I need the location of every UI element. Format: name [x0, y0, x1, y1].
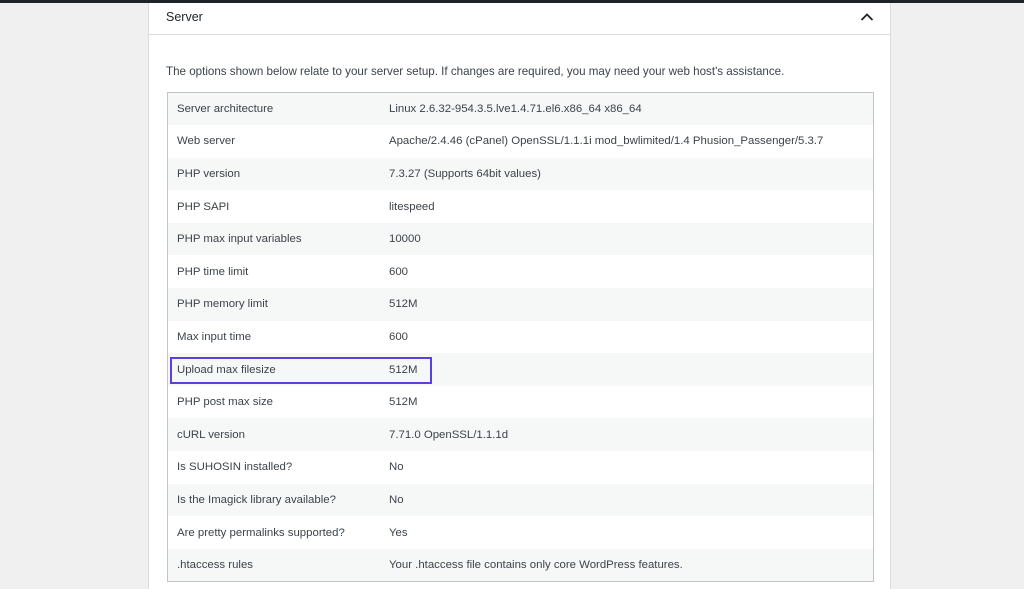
- row-label: cURL version: [177, 428, 245, 441]
- row-label: PHP memory limit: [177, 298, 268, 311]
- row-label: PHP time limit: [177, 265, 249, 278]
- row-label: PHP max input variables: [177, 233, 302, 246]
- table-row: PHP time limit 600: [167, 255, 874, 289]
- row-value: 7.3.27 (Supports 64bit values): [389, 167, 541, 180]
- row-value: 7.71.0 OpenSSL/1.1.1d: [389, 428, 509, 441]
- row-label: Are pretty permalinks supported?: [177, 526, 345, 539]
- row-label: .htaccess rules: [177, 558, 253, 571]
- table-row: Max input time 600: [167, 320, 874, 354]
- table-row: Web server Apache/2.4.46 (cPanel) OpenSSL…: [167, 125, 874, 158]
- table-row: Server architecture Linux 2.6.32-954.3.5.…: [167, 92, 874, 126]
- row-label: Server architecture: [177, 103, 274, 116]
- chevron-up-icon: [860, 13, 874, 21]
- section-description: The options shown below relate to your s…: [166, 65, 785, 78]
- table-row: PHP SAPI litespeed: [167, 190, 874, 223]
- row-value: litespeed: [389, 200, 435, 213]
- row-value: 600: [389, 330, 409, 343]
- table-row: PHP max input variables 10000: [167, 222, 874, 256]
- table-row: PHP memory limit 512M: [167, 288, 874, 321]
- row-label: PHP SAPI: [177, 200, 230, 213]
- row-value: No: [389, 461, 404, 474]
- row-label: Is the Imagick library available?: [177, 493, 336, 506]
- row-value: No: [389, 493, 404, 506]
- table-row: PHP post max size 512M: [167, 385, 874, 419]
- table-row: Is SUHOSIN installed? No: [167, 451, 874, 484]
- panel-header[interactable]: Server: [149, 3, 890, 35]
- row-value: 512M: [389, 396, 418, 409]
- table-row: Upload max filesize 512M: [167, 353, 874, 386]
- server-panel: Server The options shown below relate to…: [148, 3, 891, 589]
- row-label: PHP post max size: [177, 396, 274, 409]
- row-value: Apache/2.4.46 (cPanel) OpenSSL/1.1.1i mo…: [389, 135, 824, 148]
- row-label: Web server: [177, 135, 236, 148]
- table-row: cURL version 7.71.0 OpenSSL/1.1.1d: [167, 418, 874, 452]
- row-value: Your .htaccess file contains only core W…: [389, 558, 683, 571]
- row-value: 600: [389, 265, 409, 278]
- row-label: Upload max filesize: [177, 363, 276, 376]
- row-value: Yes: [389, 526, 408, 539]
- panel-title: Server: [166, 10, 203, 24]
- server-info-table: Server architecture Linux 2.6.32-954.3.5.…: [167, 92, 874, 582]
- row-label: PHP version: [177, 167, 241, 180]
- row-label: Is SUHOSIN installed?: [177, 461, 293, 474]
- table-row: PHP version 7.3.27 (Supports 64bit values…: [167, 157, 874, 191]
- row-value: 512M: [389, 363, 418, 376]
- row-value: 512M: [389, 298, 418, 311]
- row-value: 10000: [389, 233, 421, 246]
- table-row: Are pretty permalinks supported? Yes: [167, 516, 874, 549]
- row-value: Linux 2.6.32-954.3.5.lve1.4.71.el6.x86_6…: [389, 103, 642, 116]
- collapse-toggle-button[interactable]: [858, 8, 876, 26]
- table-row: .htaccess rules Your .htaccess file conta…: [167, 548, 874, 582]
- table-row: Is the Imagick library available? No: [167, 483, 874, 517]
- row-label: Max input time: [177, 330, 252, 343]
